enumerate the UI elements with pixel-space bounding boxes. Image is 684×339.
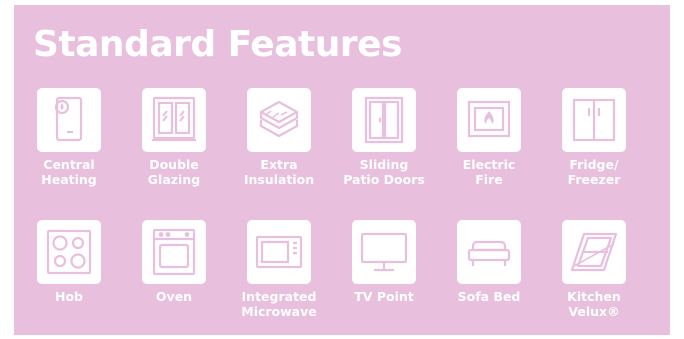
insulation-layers-icon (259, 100, 299, 138)
feature-double-glazing: Double Glazing (122, 88, 226, 187)
microwave-icon (255, 235, 303, 269)
feature-hob: Hob (17, 220, 121, 304)
feature-tile (457, 88, 521, 152)
feature-sofa-bed: Sofa Bed (437, 220, 541, 304)
feature-label: Central Heating (41, 157, 97, 187)
patio-doors-icon (364, 96, 404, 144)
feature-label: Integrated Microwave (241, 289, 317, 319)
feature-tv-point: TV Point (332, 220, 436, 304)
feature-label: Hob (55, 289, 83, 304)
feature-tile (352, 88, 416, 152)
feature-kitchen-velux: Kitchen Velux® (542, 220, 646, 319)
fridge-freezer-icon (572, 98, 616, 142)
feature-extra-insulation: Extra Insulation (227, 88, 331, 187)
feature-tile (247, 220, 311, 284)
feature-tile (562, 220, 626, 284)
tv-icon (360, 232, 408, 272)
feature-label: TV Point (354, 289, 414, 304)
feature-label: Sofa Bed (457, 289, 521, 304)
oven-icon (152, 228, 196, 276)
electric-fire-icon (467, 100, 511, 138)
feature-integrated-microwave: Integrated Microwave (227, 220, 331, 319)
velux-window-icon (570, 232, 618, 272)
feature-label: Fridge/ Freezer (567, 157, 621, 187)
boiler-icon (54, 96, 83, 142)
feature-tile (37, 88, 101, 152)
feature-tile (142, 88, 206, 152)
sofa-bed-icon (467, 240, 511, 266)
feature-tile (247, 88, 311, 152)
feature-tile (142, 220, 206, 284)
hob-icon (46, 229, 92, 275)
feature-oven: Oven (122, 220, 226, 304)
page-title: Standard Features (33, 24, 402, 65)
feature-label: Oven (155, 289, 193, 304)
feature-label: Electric Fire (462, 157, 516, 187)
feature-label: Extra Insulation (243, 157, 315, 187)
feature-label: Kitchen Velux® (567, 289, 621, 319)
feature-tile (562, 88, 626, 152)
feature-fridge-freezer: Fridge/ Freezer (542, 88, 646, 187)
feature-tile (352, 220, 416, 284)
double-window-icon (152, 96, 196, 142)
feature-central-heating: Central Heating (17, 88, 121, 187)
feature-label: Double Glazing (147, 157, 201, 187)
feature-tile (457, 220, 521, 284)
feature-electric-fire: Electric Fire (437, 88, 541, 187)
feature-tile (37, 220, 101, 284)
standard-features-panel: Standard Features Central Heating Double (14, 5, 670, 335)
feature-label: Sliding Patio Doors (343, 157, 425, 187)
feature-sliding-patio-doors: Sliding Patio Doors (332, 88, 436, 187)
